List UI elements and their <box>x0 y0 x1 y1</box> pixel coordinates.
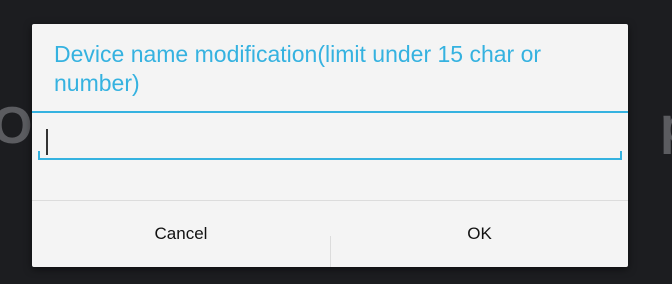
device-name-input[interactable] <box>42 124 602 152</box>
title-divider <box>32 111 628 113</box>
ok-button[interactable]: OK <box>331 201 628 267</box>
input-underline-tick-left <box>38 151 40 159</box>
device-name-input-container[interactable] <box>38 120 622 160</box>
input-underline <box>38 158 622 160</box>
background-text-fragment-left: O <box>0 97 33 155</box>
dialog-title: Device name modification(limit under 15 … <box>54 41 542 96</box>
background-text-fragment-right: p <box>660 96 672 156</box>
text-cursor <box>46 129 48 155</box>
rename-device-dialog: Device name modification(limit under 15 … <box>32 24 628 267</box>
input-underline-tick-right <box>620 151 622 159</box>
cancel-button[interactable]: Cancel <box>32 201 330 267</box>
